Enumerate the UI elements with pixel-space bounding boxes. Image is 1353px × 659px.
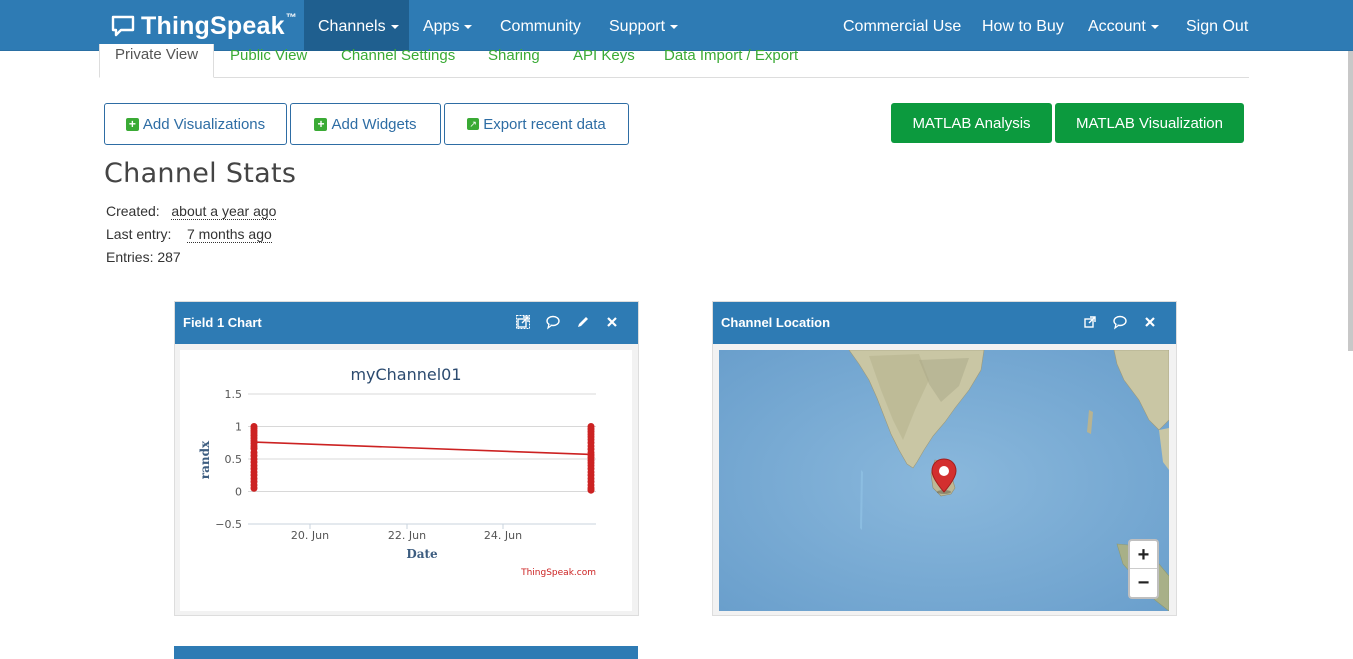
location-map[interactable]: + − <box>719 350 1169 611</box>
tab-public-view[interactable]: Public View <box>230 45 307 78</box>
zoom-in-button[interactable]: + <box>1130 541 1157 569</box>
x-tick-label: 20. Jun <box>291 529 329 542</box>
chat-bubble-logo-icon <box>111 15 135 37</box>
tab-api-keys[interactable]: API Keys <box>573 45 635 78</box>
plus-square-icon: + <box>125 117 139 131</box>
series-line <box>253 441 592 456</box>
data-point <box>250 484 258 492</box>
add-visualizations-label: Add Visualizations <box>142 115 266 133</box>
add-widgets-label: Add Widgets <box>331 115 417 133</box>
caret-down-icon <box>464 24 473 29</box>
nav-commercial-use[interactable]: Commercial Use <box>829 0 975 51</box>
data-point <box>587 486 595 494</box>
channel-location-widget: Channel Location + − <box>712 301 1177 616</box>
field-chart-widget: Field 1 Chart myChannel01 1.5 1 0.5 0 −0.5 20.… <box>174 301 639 616</box>
brand-trademark: ™ <box>285 12 297 24</box>
chart-title: myChannel01 <box>350 365 461 384</box>
brand-name: ThingSpeak <box>141 11 285 40</box>
stat-created-value: about a year ago <box>171 203 277 220</box>
x-axis-label: Date <box>406 547 438 561</box>
widget-header: Channel Location <box>713 302 1176 344</box>
y-tick-label: 0.5 <box>225 453 243 466</box>
nav-channels-label: Channels <box>318 18 386 35</box>
caret-down-icon <box>390 24 399 29</box>
nav-how-to-buy-label: How to Buy <box>982 18 1064 35</box>
y-tick-label: −0.5 <box>215 518 242 531</box>
nav-community-label: Community <box>500 18 581 35</box>
x-tick-label: 22. Jun <box>388 529 426 542</box>
map-pin-icon[interactable] <box>931 458 957 494</box>
tab-private-view[interactable]: Private View <box>99 44 215 78</box>
stat-last-entry: Last entry: 7 months ago <box>106 226 272 243</box>
x-tick-label: 24. Jun <box>484 529 522 542</box>
comment-icon[interactable] <box>545 314 561 330</box>
nav-community[interactable]: Community <box>486 0 595 51</box>
line-chart: myChannel01 1.5 1 0.5 0 −0.5 20. Jun 22. Jun 24.… <box>198 365 596 578</box>
tab-sharing[interactable]: Sharing <box>488 45 540 78</box>
chart-area: myChannel01 1.5 1 0.5 0 −0.5 20. Jun 22. Jun 24.… <box>180 350 632 611</box>
nav-sign-out[interactable]: Sign Out <box>1172 0 1262 51</box>
chart-credit: ThingSpeak.com <box>520 568 596 578</box>
tab-data-import-export[interactable]: Data Import / Export <box>664 45 798 78</box>
matlab-visualization-button[interactable]: MATLAB Visualization <box>1055 103 1244 143</box>
stat-last-entry-value: 7 months ago <box>186 226 272 243</box>
zoom-out-button[interactable]: − <box>1130 569 1157 597</box>
thingspeak-logo[interactable]: ThingSpeak ™ <box>111 10 297 42</box>
stat-entries-value: 287 <box>157 249 181 265</box>
plus-square-icon: + <box>314 117 328 131</box>
nav-account[interactable]: Account <box>1074 0 1173 51</box>
nav-support-label: Support <box>609 18 666 35</box>
stat-created-label: Created: <box>106 203 160 219</box>
nav-apps[interactable]: Apps <box>409 0 486 51</box>
add-widgets-button[interactable]: + Add Widgets <box>290 103 441 145</box>
nav-channels[interactable]: Channels <box>304 0 409 51</box>
tab-channel-settings[interactable]: Channel Settings <box>341 45 455 78</box>
widget-title: Field 1 Chart <box>183 315 262 330</box>
nav-commercial-use-label: Commercial Use <box>843 18 962 35</box>
y-tick-label: 1.5 <box>225 388 243 401</box>
page-title: Channel Stats <box>104 158 297 189</box>
channel-tabs: Private View Public View Channel Setting… <box>99 44 1249 78</box>
map-zoom-control: + − <box>1128 539 1159 599</box>
y-tick-label: 0 <box>235 486 242 499</box>
stat-last-entry-label: Last entry: <box>106 226 172 242</box>
nav-how-to-buy[interactable]: How to Buy <box>968 0 1078 51</box>
widget-title: Channel Location <box>721 315 831 330</box>
pencil-icon[interactable] <box>575 314 591 330</box>
open-external-icon[interactable] <box>1082 314 1098 330</box>
caret-down-icon <box>670 24 679 29</box>
nav-apps-label: Apps <box>423 18 460 35</box>
stat-created: Created: about a year ago <box>106 203 277 220</box>
close-icon[interactable] <box>604 314 620 330</box>
close-icon[interactable] <box>1142 314 1158 330</box>
nav-sign-out-label: Sign Out <box>1186 18 1249 35</box>
nav-account-label: Account <box>1088 18 1146 35</box>
next-widget-header <box>174 646 638 659</box>
stat-entries: Entries: 287 <box>106 249 181 265</box>
add-visualizations-button[interactable]: + Add Visualizations <box>104 103 287 145</box>
external-link-icon: ↗ <box>467 118 480 130</box>
caret-down-icon <box>1150 24 1159 29</box>
vertical-scrollbar[interactable] <box>1348 51 1353 351</box>
export-recent-data-button[interactable]: ↗ Export recent data <box>444 103 629 145</box>
stat-entries-label: Entries: <box>106 249 154 265</box>
matlab-analysis-button[interactable]: MATLAB Analysis <box>891 103 1052 143</box>
comment-icon[interactable] <box>1112 314 1128 330</box>
y-axis-label: randx <box>198 440 212 479</box>
nav-support[interactable]: Support <box>595 0 692 51</box>
widget-header: Field 1 Chart <box>175 302 638 344</box>
y-tick-label: 1 <box>235 421 242 434</box>
export-recent-data-label: Export recent data <box>483 115 606 133</box>
open-external-icon[interactable] <box>515 314 531 330</box>
